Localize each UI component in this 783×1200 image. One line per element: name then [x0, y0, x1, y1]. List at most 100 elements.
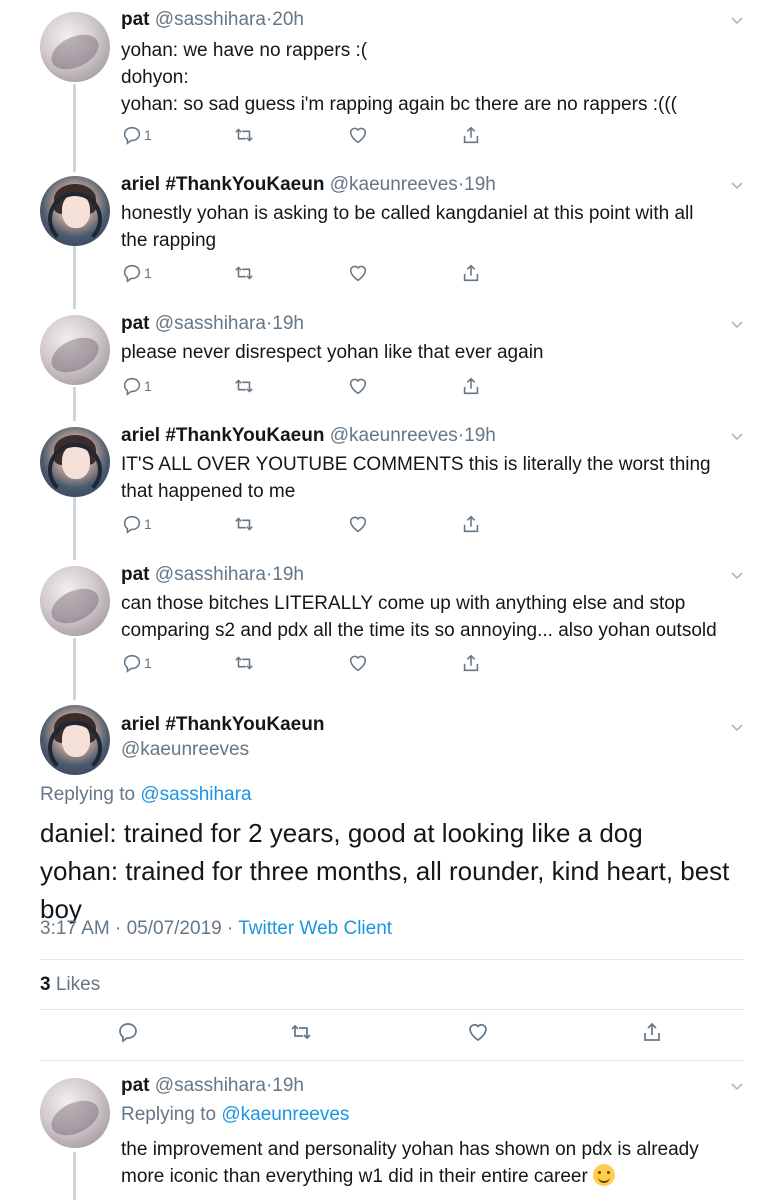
reply-button[interactable]: 1 [121, 375, 152, 397]
tweet-text-line: yohan: so sad guess i'm rapping again bc… [121, 94, 677, 115]
share-icon [463, 126, 479, 144]
reply-button[interactable]: 1 [121, 262, 152, 284]
handle[interactable]: @sasshihara [155, 313, 266, 334]
timestamp[interactable]: 19h [272, 313, 304, 334]
avatar[interactable] [40, 566, 110, 636]
like-button[interactable] [347, 375, 369, 397]
retweet-icon [291, 1024, 311, 1040]
share-icon [463, 264, 479, 282]
like-button[interactable] [466, 1021, 490, 1043]
share-button[interactable] [460, 124, 482, 146]
timestamp[interactable]: 19h [464, 425, 496, 446]
reply-button[interactable]: 1 [121, 513, 152, 535]
divider [40, 1009, 743, 1010]
tweet-text-line: yohan: trained for three months, all rou… [40, 856, 730, 924]
share-button[interactable] [460, 652, 482, 674]
share-button[interactable] [460, 375, 482, 397]
retweet-button[interactable] [233, 124, 255, 146]
like-icon [349, 127, 367, 144]
like-button[interactable] [347, 124, 369, 146]
handle[interactable]: @kaeunreeves [330, 425, 458, 446]
reply-button[interactable]: 1 [121, 124, 152, 146]
retweet-button[interactable] [233, 375, 255, 397]
display-name[interactable]: ariel #ThankYouKaeun [121, 425, 324, 446]
divider [40, 959, 743, 960]
like-icon [349, 265, 367, 282]
tweet-client[interactable]: Twitter Web Client [238, 918, 392, 939]
thread-line [73, 497, 76, 560]
retweet-icon [235, 128, 253, 142]
avatar[interactable] [40, 427, 110, 497]
display-name[interactable]: ariel #ThankYouKaeun [121, 714, 324, 736]
avatar[interactable] [40, 176, 110, 246]
like-icon [349, 378, 367, 395]
likes-count[interactable]: 3 Likes [40, 974, 100, 996]
reply-button[interactable] [116, 1021, 140, 1043]
share-button[interactable] [460, 513, 482, 535]
thread-line [73, 1152, 76, 1200]
retweet-button[interactable] [289, 1021, 313, 1043]
tweet-time[interactable]: 3:17 AM [40, 918, 110, 939]
retweet-button[interactable] [233, 513, 255, 535]
separator-dot: · [226, 918, 234, 939]
reply-icon [123, 126, 141, 145]
handle[interactable]: @kaeunreeves [121, 739, 324, 761]
share-icon [463, 654, 479, 672]
thread-line [73, 246, 76, 309]
chevron-down-icon[interactable] [730, 430, 744, 444]
timestamp[interactable]: 20h [272, 9, 304, 30]
chevron-down-icon[interactable] [730, 721, 744, 735]
handle[interactable]: @sasshihara [155, 1075, 266, 1096]
display-name[interactable]: pat [121, 564, 150, 585]
handle[interactable]: @sasshihara [155, 564, 266, 585]
tweet-date[interactable]: 05/07/2019 [127, 918, 222, 939]
thread-line [73, 387, 76, 421]
display-name[interactable]: ariel #ThankYouKaeun [121, 174, 324, 195]
tweet-text-line: honestly yohan is asking to be called ka… [121, 203, 694, 224]
like-button[interactable] [347, 513, 369, 535]
share-button[interactable] [460, 262, 482, 284]
reply-count: 1 [144, 655, 152, 671]
timestamp[interactable]: 19h [464, 174, 496, 195]
timestamp[interactable]: 19h [272, 564, 304, 585]
replying-to-link[interactable]: @sasshihara [140, 784, 251, 805]
chevron-down-icon[interactable] [730, 14, 744, 28]
like-icon [349, 655, 367, 672]
like-button[interactable] [347, 652, 369, 674]
share-icon [463, 377, 479, 395]
like-icon [469, 1024, 487, 1042]
chevron-down-icon[interactable] [730, 569, 744, 583]
reply-icon [123, 377, 141, 396]
avatar[interactable] [40, 315, 110, 385]
reply-count: 1 [144, 265, 152, 281]
retweet-button[interactable] [233, 652, 255, 674]
retweet-icon [235, 517, 253, 531]
display-name[interactable]: pat [121, 313, 150, 334]
reply-button[interactable]: 1 [121, 652, 152, 674]
replying-to-link[interactable]: @kaeunreeves [221, 1104, 349, 1125]
handle[interactable]: @sasshihara [155, 9, 266, 30]
reply-count: 1 [144, 378, 152, 394]
display-name[interactable]: pat [121, 9, 150, 30]
avatar[interactable] [40, 705, 110, 775]
retweet-icon [235, 379, 253, 393]
avatar[interactable] [40, 12, 110, 82]
likes-label: Likes [55, 974, 101, 995]
retweet-button[interactable] [233, 262, 255, 284]
tweet-text-line: please never disrespect yohan like that … [121, 342, 544, 363]
display-name[interactable]: pat [121, 1075, 150, 1096]
chevron-down-icon[interactable] [730, 318, 744, 332]
handle[interactable]: @kaeunreeves [330, 174, 458, 195]
retweet-icon [235, 266, 253, 280]
tweet-text-line: dohyon: [121, 67, 189, 88]
share-button[interactable] [640, 1021, 664, 1043]
chevron-down-icon[interactable] [730, 1080, 744, 1094]
chevron-down-icon[interactable] [730, 179, 744, 193]
timestamp[interactable]: 19h [272, 1075, 304, 1096]
tweet-text-line: that happened to me [121, 481, 296, 502]
reply-count: 1 [144, 516, 152, 532]
smiling-face-emoji [593, 1164, 616, 1186]
separator-dot: · [115, 918, 122, 939]
avatar[interactable] [40, 1078, 110, 1148]
like-button[interactable] [347, 262, 369, 284]
